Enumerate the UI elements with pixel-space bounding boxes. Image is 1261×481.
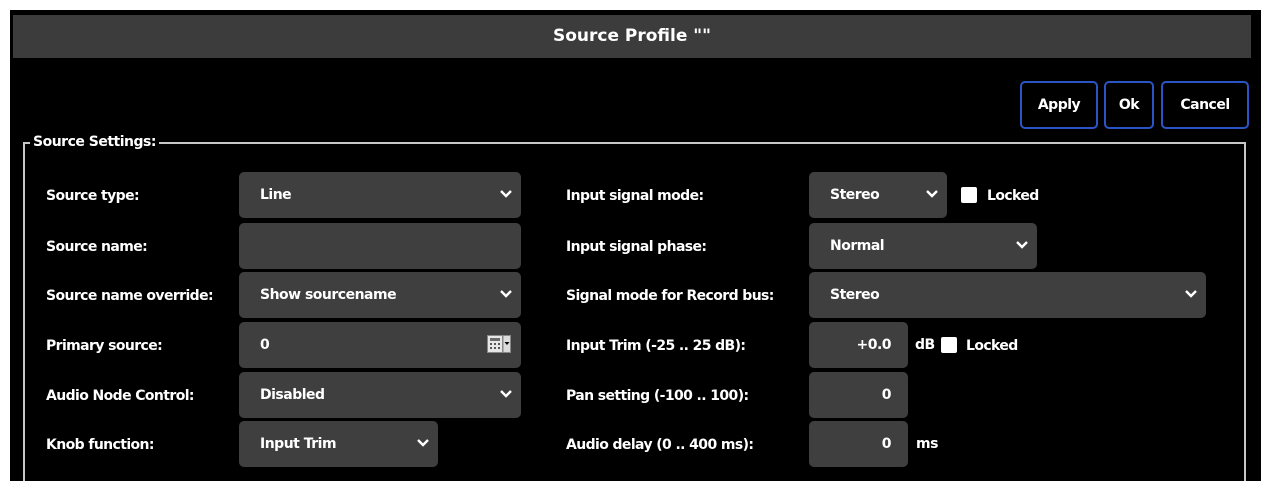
- input-phase-select[interactable]: Normal: [809, 223, 1037, 269]
- record-bus-label: Signal mode for Record bus:: [566, 288, 774, 304]
- ok-button[interactable]: Ok: [1104, 81, 1154, 129]
- delay-value: 0: [881, 436, 892, 452]
- name-override-value: Show sourcename: [260, 287, 397, 303]
- name-override-label: Source name override:: [46, 288, 214, 304]
- source-type-value: Line: [260, 187, 292, 203]
- delay-label: Audio delay (0 .. 400 ms):: [566, 437, 754, 453]
- chevron-down-icon: [1185, 290, 1197, 298]
- audio-node-value: Disabled: [260, 387, 325, 403]
- chevron-down-icon: [500, 390, 512, 398]
- input-mode-value: Stereo: [830, 187, 880, 203]
- knob-function-label: Knob function:: [46, 437, 155, 453]
- chevron-down-icon: [500, 190, 512, 198]
- audio-node-select[interactable]: Disabled: [239, 372, 521, 418]
- pan-label: Pan setting (-100 .. 100):: [566, 388, 749, 404]
- knob-function-select[interactable]: Input Trim: [239, 421, 438, 467]
- chevron-down-icon: [500, 290, 512, 298]
- input-trim-locked-checkbox[interactable]: [941, 337, 957, 353]
- delay-input[interactable]: 0: [809, 421, 908, 467]
- calculator-icon[interactable]: [487, 335, 511, 353]
- input-trim-input[interactable]: +0.0: [809, 322, 908, 368]
- name-override-select[interactable]: Show sourcename: [239, 272, 521, 318]
- apply-button[interactable]: Apply: [1020, 81, 1098, 129]
- input-mode-locked-checkbox[interactable]: [961, 187, 977, 203]
- chevron-down-icon: [417, 439, 429, 447]
- input-phase-label: Input signal phase:: [566, 239, 707, 255]
- primary-source-value: 0: [260, 337, 270, 353]
- input-trim-label: Input Trim (-25 .. 25 dB):: [566, 338, 746, 354]
- source-name-label: Source name:: [46, 239, 148, 255]
- input-trim-unit: dB: [915, 337, 935, 353]
- input-mode-locked-label: Locked: [987, 188, 1039, 204]
- input-trim-locked-label: Locked: [966, 338, 1018, 354]
- primary-source-input[interactable]: 0: [239, 322, 521, 368]
- source-type-label: Source type:: [46, 188, 140, 204]
- dialog-title: Source Profile "": [13, 15, 1251, 58]
- pan-input[interactable]: 0: [809, 372, 908, 418]
- input-mode-select[interactable]: Stereo: [809, 172, 947, 218]
- delay-unit: ms: [916, 436, 938, 452]
- knob-function-value: Input Trim: [260, 436, 337, 452]
- record-bus-select[interactable]: Stereo: [809, 272, 1206, 318]
- cancel-button[interactable]: Cancel: [1161, 81, 1249, 129]
- record-bus-value: Stereo: [830, 287, 880, 303]
- source-type-select[interactable]: Line: [239, 172, 521, 218]
- input-trim-value: +0.0: [856, 337, 891, 353]
- input-phase-value: Normal: [830, 238, 885, 254]
- primary-source-label: Primary source:: [46, 338, 163, 354]
- chevron-down-icon: [1016, 241, 1028, 249]
- section-legend: Source Settings:: [30, 134, 159, 150]
- source-name-input[interactable]: [239, 223, 521, 269]
- input-mode-label: Input signal mode:: [566, 188, 704, 204]
- audio-node-label: Audio Node Control:: [46, 388, 195, 404]
- chevron-down-icon: [926, 190, 938, 198]
- pan-value: 0: [881, 387, 892, 403]
